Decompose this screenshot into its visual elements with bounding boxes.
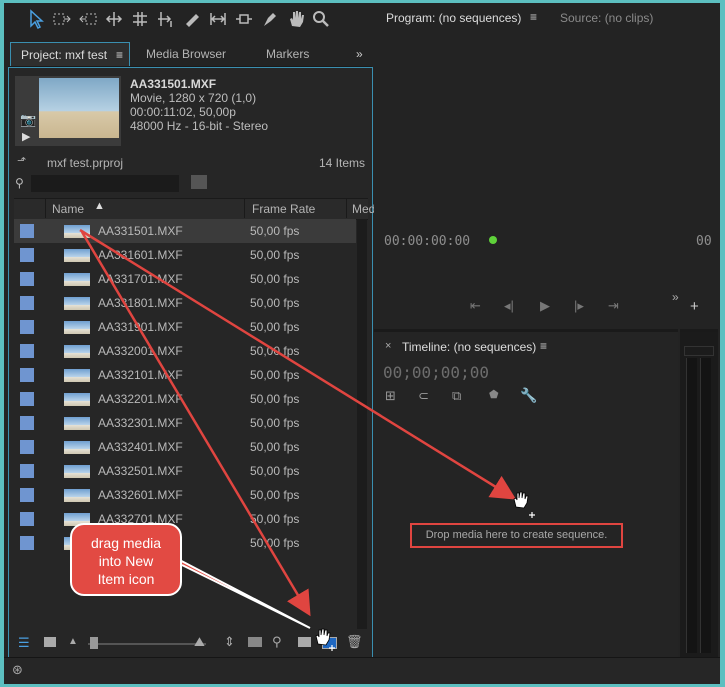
annotation-callout: drag media into New Item icon [70,523,182,596]
callout-line-3: Item icon [97,571,155,587]
drag-hand-cursor-icon [513,491,535,518]
callout-pointer [169,554,311,629]
callout-line-2: into New [98,553,154,569]
callout-line-1: drag media [90,535,162,551]
arrow-to-timeline [79,228,517,500]
drag-hand-cursor-bottom-icon [315,628,335,651]
